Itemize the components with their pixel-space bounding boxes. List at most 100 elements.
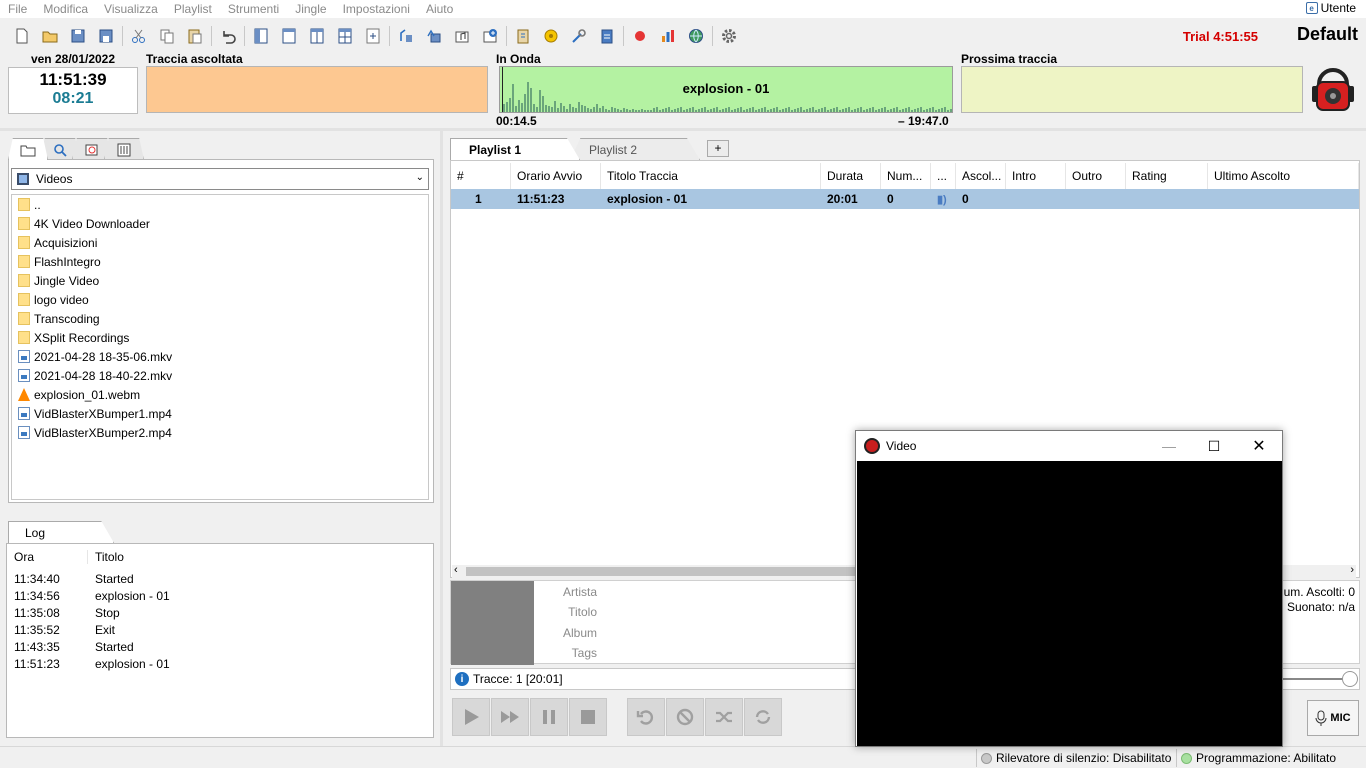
user-menu[interactable]: e Utente (1305, 1, 1356, 15)
folder-dropdown[interactable]: Videos ⌄ (11, 168, 429, 190)
open-folder-icon[interactable] (36, 22, 64, 50)
file-item[interactable]: FlashIntegro (12, 252, 428, 271)
report-icon[interactable] (593, 22, 621, 50)
table-row[interactable]: 1 11:51:23 explosion - 01 20:01 0 ▮) 0 (451, 189, 1359, 209)
layout-top-icon[interactable] (275, 22, 303, 50)
waveform-bar (734, 109, 736, 112)
file-item[interactable]: XSplit Recordings (12, 328, 428, 347)
add-panel-icon[interactable] (359, 22, 387, 50)
col-outro[interactable]: Outro (1066, 163, 1126, 189)
stats-icon[interactable] (654, 22, 682, 50)
file-item[interactable]: VidBlasterXBumper1.mp4 (12, 404, 428, 423)
jingle-icon[interactable] (537, 22, 565, 50)
maximize-icon[interactable]: ☐ (1191, 431, 1237, 461)
paste-icon[interactable] (181, 22, 209, 50)
web-icon[interactable] (682, 22, 710, 50)
col-plays[interactable]: Ascol... (956, 163, 1006, 189)
menu-file[interactable]: File (0, 0, 35, 18)
tab-folders[interactable] (8, 138, 48, 160)
layout-grid-icon[interactable] (331, 22, 359, 50)
col-last-played[interactable]: Ultimo Ascolto (1208, 163, 1359, 189)
menu-jingle[interactable]: Jingle (287, 0, 334, 18)
tab-playlist-2[interactable]: Playlist 2 (570, 138, 700, 160)
menu-visualizza[interactable]: Visualizza (96, 0, 166, 18)
mic-button[interactable]: MIC (1307, 700, 1359, 736)
waveform-bar (572, 107, 574, 112)
col-number[interactable]: # (451, 163, 511, 189)
add-music-icon[interactable] (448, 22, 476, 50)
tab-mixer[interactable] (104, 138, 144, 160)
tab-playlist-1[interactable]: Playlist 1 (450, 138, 580, 160)
file-item[interactable]: logo video (12, 290, 428, 309)
col-intro[interactable]: Intro (1006, 163, 1066, 189)
import-track-icon[interactable] (392, 22, 420, 50)
tools-icon[interactable] (565, 22, 593, 50)
chevron-down-icon[interactable]: ⌄ (416, 172, 424, 183)
menu-playlist[interactable]: Playlist (166, 0, 220, 18)
waveform-bar (743, 110, 745, 112)
waveform-bar (926, 109, 928, 112)
block-button[interactable] (666, 698, 704, 736)
loop-button[interactable] (744, 698, 782, 736)
save-icon[interactable] (64, 22, 92, 50)
next-button[interactable] (491, 698, 529, 736)
file-item[interactable]: Jingle Video (12, 271, 428, 290)
col-duration[interactable]: Durata (821, 163, 881, 189)
file-item[interactable]: Transcoding (12, 309, 428, 328)
file-item[interactable]: .. (12, 195, 428, 214)
panel-splitter[interactable] (440, 131, 443, 746)
file-item[interactable]: Acquisizioni (12, 233, 428, 252)
add-playlist-tab-button[interactable]: + (707, 140, 729, 157)
scheduler-status[interactable]: Programmazione: Abilitato (1176, 749, 1336, 767)
file-item[interactable]: VidBlasterXBumper2.mp4 (12, 423, 428, 442)
close-icon[interactable]: ✕ (1236, 431, 1282, 461)
file-item[interactable]: 4K Video Downloader (12, 214, 428, 233)
status-led-icon (1181, 752, 1192, 764)
waveform-bar (656, 107, 658, 112)
silence-detector-status[interactable]: Rilevatore di silenzio: Disabilitato (976, 749, 1171, 767)
settings-gear-icon[interactable] (715, 22, 743, 50)
col-count[interactable]: Num... (881, 163, 931, 189)
layout-split-icon[interactable] (303, 22, 331, 50)
file-item[interactable]: 2021-04-28 18-40-22.mkv (12, 366, 428, 385)
profile-name[interactable]: Default (1297, 24, 1358, 45)
mic-label: MIC (1330, 712, 1351, 724)
record-icon[interactable] (626, 22, 654, 50)
log-col-time[interactable]: Ora (7, 550, 87, 564)
repeat-button[interactable] (627, 698, 665, 736)
save-as-icon[interactable] (92, 22, 120, 50)
menu-modifica[interactable]: Modifica (35, 0, 96, 18)
col-more[interactable]: ... (931, 163, 956, 189)
tab-log[interactable]: Log (8, 521, 114, 543)
log-col-title[interactable]: Titolo (87, 549, 407, 564)
pause-button[interactable] (530, 698, 568, 736)
scroll-left-icon[interactable]: ‹ (454, 564, 458, 576)
menu-strumenti[interactable]: Strumenti (220, 0, 287, 18)
layout-left-icon[interactable] (247, 22, 275, 50)
file-item[interactable]: 2021-04-28 18-35-06.mkv (12, 347, 428, 366)
volume-slider-track[interactable] (1282, 678, 1348, 680)
undo-icon[interactable] (214, 22, 242, 50)
col-track-title[interactable]: Titolo Traccia (601, 163, 821, 189)
waveform-bar (770, 109, 772, 112)
scrollbar-thumb[interactable] (466, 567, 866, 576)
waveform-bar (509, 98, 511, 112)
add-stream-icon[interactable] (476, 22, 504, 50)
insert-track-icon[interactable] (420, 22, 448, 50)
waveform-bar (647, 110, 649, 112)
cut-icon[interactable] (125, 22, 153, 50)
menu-aiuto[interactable]: Aiuto (418, 0, 461, 18)
clipboard-icon[interactable] (509, 22, 537, 50)
shuffle-button[interactable] (705, 698, 743, 736)
col-rating[interactable]: Rating (1126, 163, 1208, 189)
scroll-right-icon[interactable]: › (1350, 564, 1354, 576)
menu-impostazioni[interactable]: Impostazioni (335, 0, 418, 18)
file-item[interactable]: explosion_01.webm (12, 385, 428, 404)
copy-icon[interactable] (153, 22, 181, 50)
new-file-icon[interactable] (8, 22, 36, 50)
stop-button[interactable] (569, 698, 607, 736)
play-button[interactable] (452, 698, 490, 736)
col-start-time[interactable]: Orario Avvio (511, 163, 601, 189)
minimize-icon[interactable]: — (1146, 431, 1192, 461)
volume-slider-knob[interactable] (1342, 671, 1358, 687)
